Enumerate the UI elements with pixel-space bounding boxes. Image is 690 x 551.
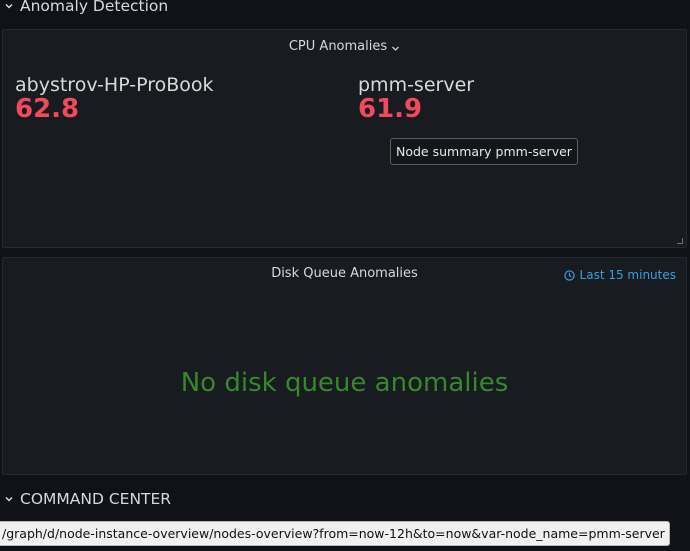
chevron-down-icon: [4, 1, 14, 11]
clock-icon: [563, 269, 575, 281]
cpu-anomalies-panel: CPU Anomalies abystrov-HP-ProBook 62.8 p…: [2, 29, 687, 248]
row-anomaly-detection[interactable]: Anomaly Detection: [4, 0, 168, 15]
resize-handle[interactable]: [677, 238, 683, 244]
panel-title[interactable]: CPU Anomalies: [3, 39, 686, 54]
no-data-message: No disk queue anomalies: [180, 368, 509, 398]
stat-value: 62.8: [15, 94, 80, 124]
time-range-label: Last 15 minutes: [579, 268, 676, 282]
stat-item[interactable]: pmm-server 61.9: [358, 74, 474, 124]
row-title: COMMAND CENTER: [20, 490, 172, 508]
time-range-info[interactable]: Last 15 minutes: [563, 268, 676, 282]
link-tooltip: Node summary pmm-server: [390, 138, 578, 165]
row-title: Anomaly Detection: [20, 0, 169, 15]
stat-name: pmm-server: [358, 74, 475, 96]
stat-item[interactable]: abystrov-HP-ProBook 62.8: [15, 74, 214, 124]
disk-queue-anomalies-panel: Disk Queue Anomalies Last 15 minutes No …: [2, 257, 687, 475]
row-command-center[interactable]: COMMAND CENTER: [4, 490, 171, 508]
stat-name: abystrov-HP-ProBook: [15, 74, 214, 96]
status-bar-url: /graph/d/node-instance-overview/nodes-ov…: [0, 521, 670, 546]
dashboard-page: Anomaly Detection CPU Anomalies abystrov…: [0, 0, 690, 551]
panel-title-text: Disk Queue Anomalies: [271, 266, 418, 281]
chevron-down-icon: [4, 494, 14, 504]
caret-down-icon: [391, 42, 400, 51]
stat-value: 61.9: [358, 94, 423, 124]
panel-title-text: CPU Anomalies: [288, 39, 388, 54]
